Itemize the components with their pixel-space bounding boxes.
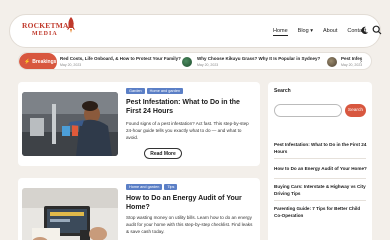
post-excerpt: Stop wasting money on utility bills. Lea… (126, 215, 253, 235)
nav-home[interactable]: Home (273, 28, 288, 36)
next-arrow-icon[interactable]: › (356, 57, 366, 67)
sidebar: Search Search Pest Infestation: What to … (268, 82, 372, 240)
breaking-item[interactable]: Red Costs, Life Onboard, & How to Protec… (60, 56, 181, 67)
search-icon[interactable] (372, 25, 382, 35)
search-widget-title: Search (274, 88, 291, 94)
post-card: Garden Home and garden Pest Infestation:… (18, 82, 260, 166)
divider (274, 178, 366, 179)
post-tags: Garden Home and garden (126, 88, 184, 94)
chevron-down-icon: ▾ (310, 28, 313, 34)
breaking-item-title: Red Costs, Life Onboard, & How to Protec… (60, 56, 181, 61)
recent-post-link[interactable]: Parenting Guide: 7 Tips for Better Child… (274, 206, 368, 219)
nav-about[interactable]: About (323, 28, 337, 36)
post-title[interactable]: How to Do an Energy Audit of Your Home? (126, 194, 252, 212)
tag-badge[interactable]: Home and garden (126, 184, 163, 190)
nav-blog-label: Blog (297, 28, 309, 34)
rocket-icon (67, 17, 75, 33)
tag-badge[interactable]: Tips (164, 184, 178, 190)
breaking-label: ⚡ Breakings (19, 53, 57, 69)
post-excerpt: Found signs of a pest infestation? Act f… (126, 121, 249, 141)
post-card: Home and garden Tips How to Do an Energy… (18, 178, 260, 240)
recent-post-link[interactable]: How to Do an Energy Audit of Your Home? (274, 166, 368, 173)
post-title[interactable]: Pest Infestation: What to Do in the Firs… (126, 98, 252, 116)
moon-icon[interactable] (360, 26, 369, 35)
site-header: ROCKETMAN MEDIA Home Blog ▾ About Contac… (9, 14, 382, 48)
breaking-thumbnail[interactable] (327, 57, 337, 67)
post-thumbnail[interactable] (22, 188, 118, 240)
tag-badge[interactable]: Home and garden (146, 88, 184, 94)
tag-badge[interactable]: Garden (126, 88, 145, 94)
post-tags: Home and garden Tips (126, 184, 178, 190)
divider (274, 158, 366, 159)
search-input[interactable] (274, 104, 342, 117)
post-thumbnail[interactable] (22, 92, 118, 156)
breaking-thumbnail[interactable] (182, 57, 192, 67)
plumber-photo (22, 92, 118, 156)
search-button[interactable]: Search (345, 104, 366, 117)
main-nav: Home Blog ▾ About Contact (273, 28, 366, 36)
breaking-item-date: May 20, 2023 (60, 63, 82, 67)
recent-post-link[interactable]: Pest Infestation: What to Do in the Firs… (274, 142, 368, 155)
energy-audit-photo (22, 188, 118, 240)
breaking-news-bar: ⚡ Breakings Red Costs, Life Onboard, & H… (18, 52, 372, 70)
breaking-item-date: May 20, 2023 (197, 63, 219, 67)
nav-blog[interactable]: Blog ▾ (298, 28, 313, 36)
bolt-icon: ⚡ (24, 59, 31, 65)
divider (274, 200, 366, 201)
breaking-item-title: Why Choose Kikuyu Grass? Why It Is Popul… (197, 56, 321, 61)
breaking-label-text: Breakings (32, 59, 57, 65)
breaking-item[interactable]: Why Choose Kikuyu Grass? Why It Is Popul… (197, 56, 320, 67)
recent-post-link[interactable]: Buying Cars: Interstate & Highway vs Cit… (274, 184, 368, 197)
read-more-button[interactable]: Read More (144, 148, 182, 159)
